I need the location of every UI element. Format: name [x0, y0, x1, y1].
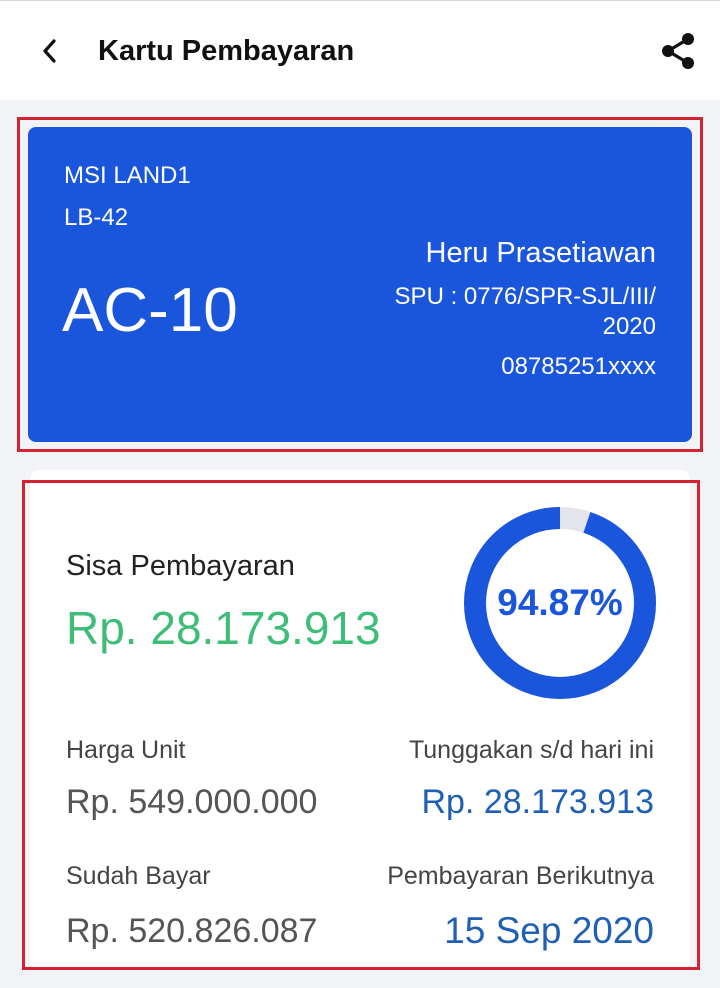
highlight-box	[17, 117, 703, 452]
app-bar: Kartu Pembayaran	[0, 0, 720, 100]
chevron-left-icon	[43, 39, 56, 63]
back-button[interactable]	[30, 29, 70, 73]
share-button[interactable]	[656, 29, 700, 73]
page-title: Kartu Pembayaran	[98, 35, 355, 67]
highlight-box	[22, 480, 700, 970]
share-icon	[662, 33, 694, 69]
